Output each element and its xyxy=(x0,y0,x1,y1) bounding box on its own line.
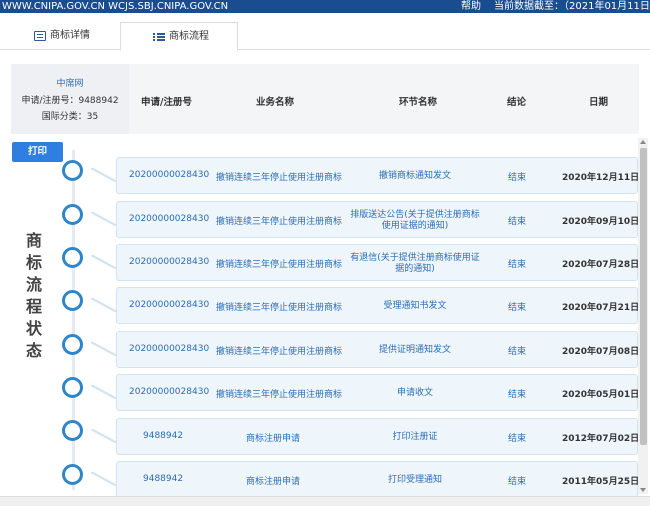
table-row: 20200000028430 撤销连续三年停止使用注册商标 申请收文 结束 20… xyxy=(91,374,640,411)
help-link[interactable]: 帮助 xyxy=(461,0,481,13)
row-date: 2020年07月21日 xyxy=(562,303,640,313)
tab-bar: 商标详情 商标流程 xyxy=(0,22,650,51)
international-class: 国际分类：35 xyxy=(41,112,99,122)
row-result: 结束 xyxy=(508,260,527,270)
table-row: 20200000028430 撤销连续三年停止使用注册商标 有退信(关于提供注册… xyxy=(91,244,640,281)
table-header: 申请/注册号 业务名称 环节名称 结论 日期 xyxy=(129,64,639,134)
side-char: 态 xyxy=(25,341,42,360)
row-reg-no[interactable]: 20200000028430 xyxy=(129,344,209,354)
table-row: 9488942 商标注册申请 打印注册证 结束 2012年07月02日 xyxy=(91,418,640,455)
timeline-node xyxy=(62,247,83,268)
row-reg-no[interactable]: 20200000028430 xyxy=(129,300,209,310)
row-service: 撤销连续三年停止使用注册商标 xyxy=(216,260,343,270)
row-reg-no[interactable]: 9488942 xyxy=(143,474,183,484)
row-reg-no[interactable]: 20200000028430 xyxy=(129,257,209,267)
side-char: 标 xyxy=(25,253,42,272)
row-step: 有退信(关于提供注册商标使用证据的通知) xyxy=(350,252,480,274)
row-service: 撤销连续三年停止使用注册商标 xyxy=(216,390,343,400)
row-step: 提供证明通知发文 xyxy=(378,345,451,355)
row-step: 撤销商标通知发文 xyxy=(378,171,451,181)
row-step: 申请收文 xyxy=(396,388,433,398)
row-service: 撤销连续三年停止使用注册商标 xyxy=(216,173,343,183)
table-row: 20200000028430 撤销连续三年停止使用注册商标 受理通知书发文 结束… xyxy=(91,287,640,324)
horizontal-scrollbar[interactable] xyxy=(0,496,650,506)
registration-number: 申请/注册号：9488942 xyxy=(21,96,119,106)
header-service: 业务名称 xyxy=(256,97,295,108)
row-service: 商标注册申请 xyxy=(246,477,301,487)
row-step: 打印受理通知 xyxy=(387,475,442,485)
header-reg-no: 申请/注册号 xyxy=(141,97,192,108)
side-char: 程 xyxy=(25,297,42,316)
side-char: 流 xyxy=(25,275,42,294)
row-result: 结束 xyxy=(508,217,527,227)
table-row: 20200000028430 撤销连续三年停止使用注册商标 排版送达公告(关于提… xyxy=(91,201,640,238)
row-result: 结束 xyxy=(508,303,527,313)
print-button[interactable]: 打印 xyxy=(12,142,63,162)
row-reg-no[interactable]: 20200000028430 xyxy=(129,387,209,397)
row-date: 2011年05月25日 xyxy=(562,477,640,487)
row-date: 2012年07月02日 xyxy=(562,434,640,444)
site-url: WWW.CNIPA.GOV.CN WCJS.SBJ.CNIPA.GOV.CN xyxy=(2,1,229,12)
row-step: 受理通知书发文 xyxy=(383,301,447,311)
row-result: 结束 xyxy=(508,477,527,487)
row-date: 2020年05月01日 xyxy=(562,390,640,400)
source-link[interactable]: 中席网 xyxy=(11,76,129,89)
row-reg-no[interactable]: 20200000028430 xyxy=(129,214,209,224)
row-date: 2020年12月11日 xyxy=(562,173,640,183)
document-icon xyxy=(34,31,46,41)
row-service: 商标注册申请 xyxy=(246,434,301,444)
data-date: 当前数据截至：（2021年01月11日） xyxy=(494,1,650,12)
tab-label: 商标详情 xyxy=(50,30,90,41)
tab-label: 商标流程 xyxy=(169,30,209,42)
table-row: 20200000028430 撤销连续三年停止使用注册商标 撤销商标通知发文 结… xyxy=(91,157,640,194)
row-reg-no[interactable]: 20200000028430 xyxy=(129,170,209,180)
side-char: 状 xyxy=(25,319,42,338)
header-result: 结论 xyxy=(507,97,527,108)
row-service: 撤销连续三年停止使用注册商标 xyxy=(216,303,343,313)
scrollbar-thumb[interactable] xyxy=(640,148,647,445)
tab-trademark-details[interactable]: 商标详情 xyxy=(34,22,90,50)
row-result: 结束 xyxy=(508,390,527,400)
header-step: 环节名称 xyxy=(399,97,438,108)
scroll-down-icon[interactable] xyxy=(640,488,646,492)
top-bar: WWW.CNIPA.GOV.CN WCJS.SBJ.CNIPA.GOV.CN 帮… xyxy=(0,0,650,13)
row-date: 2020年07月28日 xyxy=(562,260,640,270)
row-service: 撤销连续三年停止使用注册商标 xyxy=(216,217,343,227)
timeline-node xyxy=(62,204,83,225)
row-reg-no[interactable]: 9488942 xyxy=(143,431,183,441)
row-date: 2020年07月08日 xyxy=(562,347,640,357)
list-icon xyxy=(153,32,165,42)
row-step: 打印注册证 xyxy=(392,432,438,442)
timeline-node xyxy=(62,464,83,485)
vertical-scrollbar[interactable] xyxy=(638,138,648,494)
row-result: 结束 xyxy=(508,173,527,183)
row-service: 撤销连续三年停止使用注册商标 xyxy=(216,347,343,357)
tab-trademark-process[interactable]: 商标流程 xyxy=(120,22,238,51)
row-date: 2020年09月10日 xyxy=(562,217,640,227)
row-result: 结束 xyxy=(508,434,527,444)
table-row: 9488942 商标注册申请 打印受理通知 结束 2011年05月25日 xyxy=(91,461,640,498)
row-result: 结束 xyxy=(508,347,527,357)
scroll-up-icon[interactable] xyxy=(640,140,646,144)
timeline-node xyxy=(62,377,83,398)
table-row: 20200000028430 撤销连续三年停止使用注册商标 提供证明通知发文 结… xyxy=(91,331,640,368)
process-status-label: 商 标 流 程 状 态 xyxy=(22,230,46,362)
header-date: 日期 xyxy=(589,97,609,108)
trademark-info: 中席网 申请/注册号：9488942 国际分类：35 xyxy=(11,64,129,134)
timeline-node xyxy=(62,420,83,441)
timeline-node xyxy=(62,160,83,181)
timeline-node xyxy=(62,290,83,311)
row-step: 排版送达公告(关于提供注册商标使用证据的通知) xyxy=(350,209,480,231)
timeline-node xyxy=(62,334,83,355)
side-char: 商 xyxy=(25,231,42,250)
